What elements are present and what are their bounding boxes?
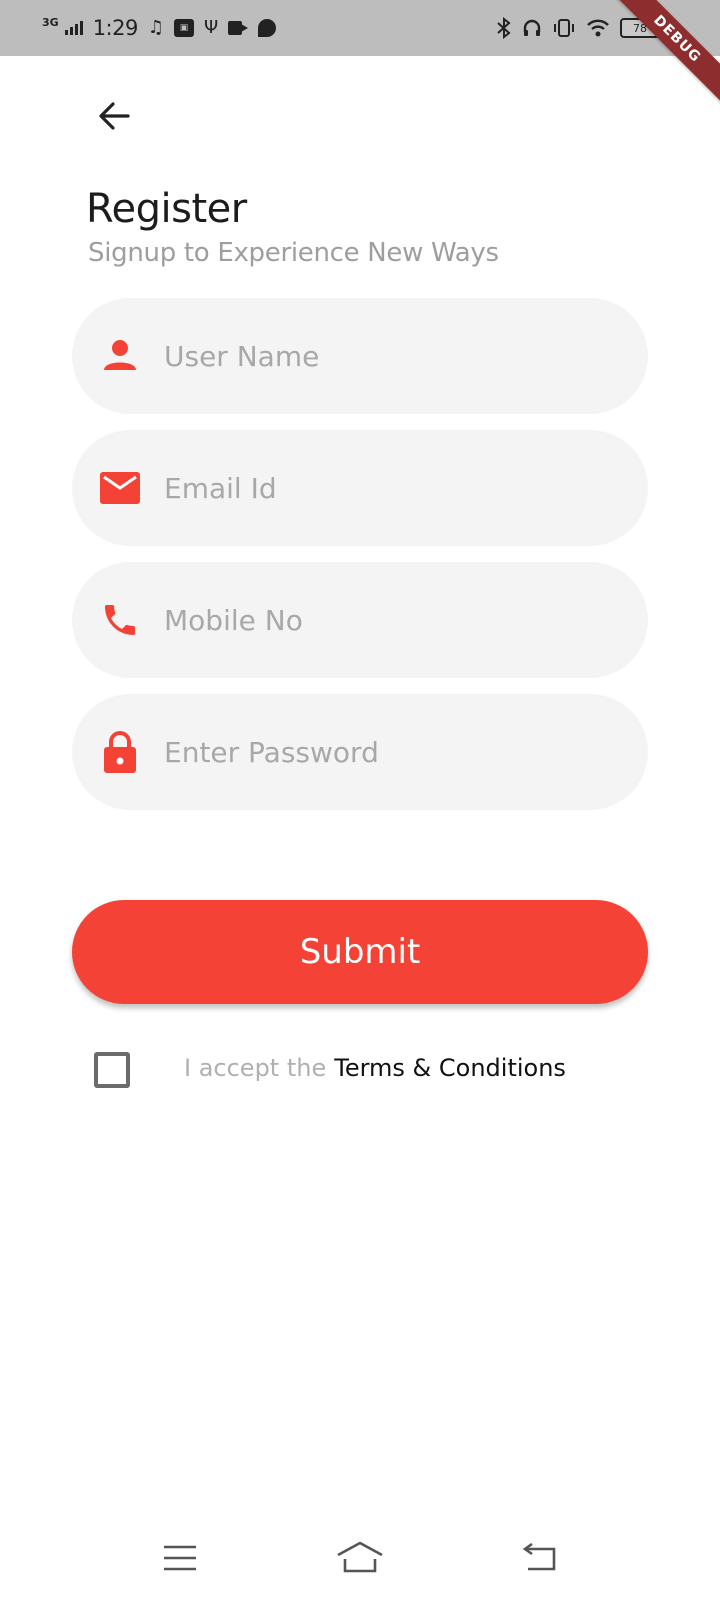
username-input[interactable] xyxy=(164,339,604,373)
vibrate-icon xyxy=(554,19,574,37)
phone-icon xyxy=(98,598,142,642)
person-icon xyxy=(98,334,142,378)
email-input[interactable] xyxy=(164,471,604,505)
terms-row: I accept the Terms & Conditions xyxy=(184,1054,566,1082)
mobile-input[interactable] xyxy=(164,603,604,637)
status-bar: 3G 1:29 ♫ ▣ Ψ 78 xyxy=(0,0,720,56)
usb-icon: Ψ xyxy=(204,17,219,38)
submit-button[interactable]: Submit xyxy=(72,900,648,1004)
headphones-icon xyxy=(523,19,541,36)
status-left: 3G 1:29 ♫ ▣ Ψ xyxy=(42,15,277,40)
signal-icon xyxy=(64,21,83,35)
menu-button[interactable] xyxy=(150,1538,210,1578)
terms-prefix: I accept the xyxy=(184,1054,327,1082)
page-title: Register xyxy=(86,186,247,232)
video-camera-icon xyxy=(228,21,249,35)
wifi-icon xyxy=(587,19,609,37)
back-button[interactable] xyxy=(90,92,138,140)
mail-icon xyxy=(98,466,142,510)
username-field[interactable] xyxy=(72,298,648,414)
lock-icon xyxy=(98,730,142,774)
page-subtitle: Signup to Experience New Ways xyxy=(88,238,499,268)
bluetooth-icon xyxy=(497,17,511,39)
arrow-left-icon xyxy=(99,102,130,130)
status-time: 1:29 xyxy=(92,16,139,40)
home-button[interactable] xyxy=(330,1538,390,1578)
music-note-icon: ♫ xyxy=(147,17,164,38)
usb-debug-icon: ▣ xyxy=(174,19,194,37)
back-nav-button[interactable] xyxy=(510,1538,570,1578)
network-type: 3G xyxy=(42,15,59,29)
home-icon xyxy=(337,1541,383,1573)
return-icon xyxy=(522,1543,556,1571)
leaf-icon xyxy=(258,19,277,37)
navigation-bar xyxy=(0,1520,720,1600)
password-field[interactable] xyxy=(72,694,648,810)
status-right: 78 xyxy=(496,17,663,39)
terms-checkbox[interactable] xyxy=(94,1052,130,1088)
password-input[interactable] xyxy=(164,735,604,769)
email-field[interactable] xyxy=(72,430,648,546)
mobile-field[interactable] xyxy=(72,562,648,678)
menu-icon xyxy=(164,1545,196,1571)
terms-link[interactable]: Terms & Conditions xyxy=(334,1054,566,1082)
